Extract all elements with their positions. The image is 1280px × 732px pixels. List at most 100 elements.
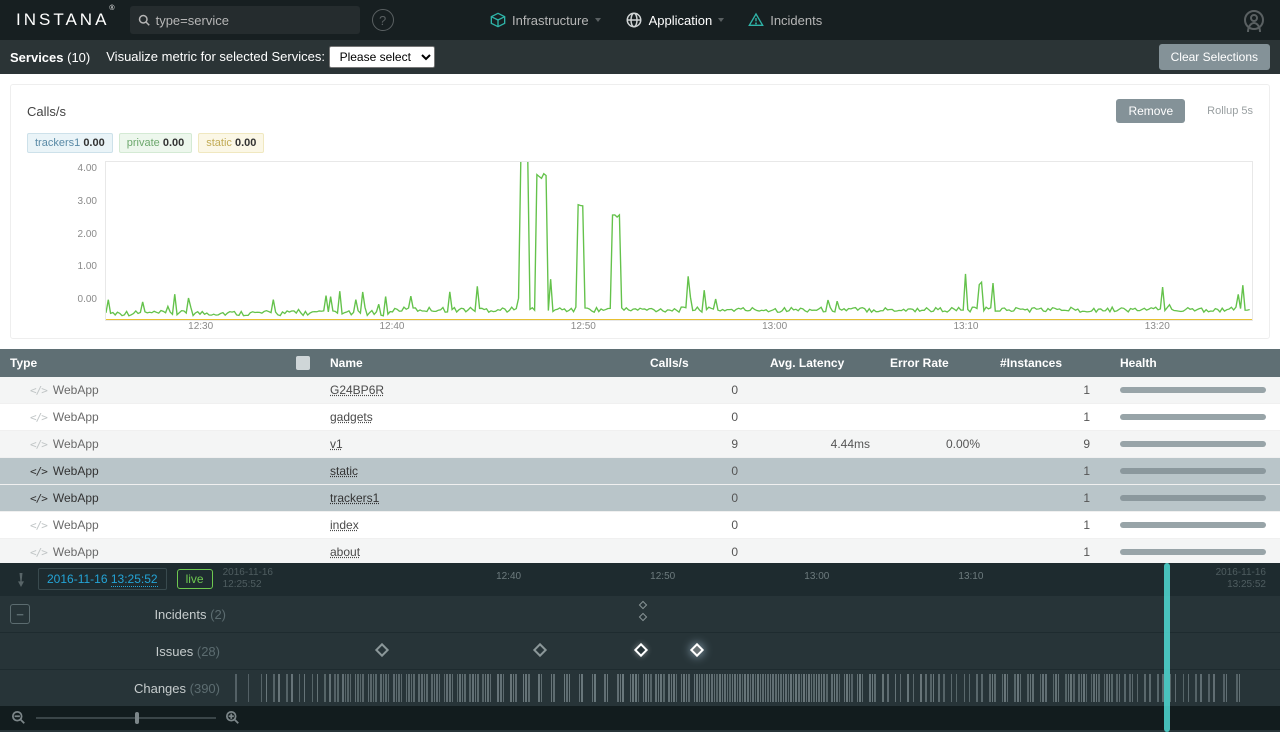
nav-infrastructure[interactable]: Infrastructure <box>490 12 601 28</box>
health-cell <box>1110 549 1280 555</box>
incidents-canvas[interactable] <box>236 596 1246 632</box>
timeline-cursor[interactable] <box>1164 563 1170 732</box>
instances-cell: 1 <box>990 518 1110 532</box>
incidents-row[interactable]: − Incidents (2) <box>0 595 1280 632</box>
issues-canvas[interactable] <box>230 633 1246 669</box>
instances-cell: 1 <box>990 491 1110 505</box>
timeline-start: 2016-11-1612:25:52 <box>223 567 273 591</box>
top-nav: INSTANA® type=service ? Infrastructure A… <box>0 0 1280 40</box>
brand-logo: INSTANA® <box>16 10 118 30</box>
select-all-checkbox[interactable] <box>296 356 310 370</box>
code-icon: </> <box>30 519 47 532</box>
table-row[interactable]: </>WebAppv194.44ms0.00%9 <box>0 431 1280 458</box>
type-cell: WebApp <box>53 545 99 559</box>
zoom-slider <box>0 706 1280 730</box>
code-icon: </> <box>30 384 47 397</box>
col-header-type[interactable]: Type <box>10 356 37 370</box>
health-cell <box>1110 468 1280 474</box>
cube-icon <box>490 12 506 28</box>
col-header-inst[interactable]: #Instances <box>990 356 1110 370</box>
alert-icon <box>748 12 764 28</box>
instances-cell: 1 <box>990 545 1110 559</box>
legend-pill[interactable]: static 0.00 <box>198 133 264 153</box>
service-link[interactable]: gadgets <box>330 410 373 424</box>
service-link[interactable]: index <box>330 518 359 532</box>
table-row[interactable]: </>WebAppindex01 <box>0 512 1280 539</box>
issues-row[interactable]: Issues (28) <box>0 632 1280 669</box>
type-cell: WebApp <box>53 410 99 424</box>
help-icon[interactable]: ? <box>372 9 394 31</box>
visualize-control: Visualize metric for selected Services: … <box>106 46 434 68</box>
legend-pill[interactable]: private 0.00 <box>119 133 193 153</box>
chart-card: Calls/s Remove Rollup 5s trackers1 0.00 … <box>10 84 1270 339</box>
service-link[interactable]: G24BP6R <box>330 383 384 397</box>
type-cell: WebApp <box>53 437 99 451</box>
visualize-label: Visualize metric for selected Services: <box>106 49 325 64</box>
health-cell <box>1110 495 1280 501</box>
service-link[interactable]: about <box>330 545 360 559</box>
changes-canvas[interactable] <box>230 670 1246 706</box>
service-link[interactable]: trackers1 <box>330 491 379 505</box>
timeline-end: 2016-11-1613:25:52 <box>1216 567 1266 591</box>
visualize-select[interactable]: Please select <box>329 46 435 68</box>
chart-legend: trackers1 0.00 private 0.00 static 0.00 <box>27 133 1253 153</box>
col-header-latency[interactable]: Avg. Latency <box>760 356 880 370</box>
zoom-out-icon[interactable] <box>12 711 26 725</box>
search-icon <box>138 14 150 26</box>
user-avatar[interactable] <box>1244 10 1264 30</box>
code-icon: </> <box>30 546 47 559</box>
table-row[interactable]: </>WebAppstatic01 <box>0 458 1280 485</box>
table-head: Type Name Calls/s Avg. Latency Error Rat… <box>0 349 1280 377</box>
zoom-handle[interactable] <box>135 712 139 724</box>
live-indicator[interactable]: live <box>177 569 213 589</box>
col-header-err[interactable]: Error Rate <box>880 356 990 370</box>
code-icon: </> <box>30 492 47 505</box>
timeline-datetime[interactable]: 2016-11-16 13:25:52 <box>38 568 167 590</box>
health-cell <box>1110 522 1280 528</box>
legend-pill[interactable]: trackers1 0.00 <box>27 133 113 153</box>
pin-icon[interactable] <box>14 571 28 587</box>
timeline-scale[interactable]: 12:40 12:50 13:00 13:10 <box>291 563 1198 595</box>
timeline: 2016-11-16 13:25:52 live 2016-11-1612:25… <box>0 563 1280 732</box>
table-row[interactable]: </> WebApp about 0 1 <box>0 539 1280 566</box>
timeline-header: 2016-11-16 13:25:52 live 2016-11-1612:25… <box>0 563 1280 595</box>
changes-row[interactable]: Changes (390) <box>0 669 1280 706</box>
chevron-down-icon <box>595 18 601 22</box>
collapse-toggle[interactable]: − <box>10 604 30 624</box>
instances-cell: 9 <box>990 437 1110 451</box>
service-link[interactable]: static <box>330 464 358 478</box>
health-cell <box>1110 441 1280 447</box>
chart-plot[interactable] <box>105 161 1253 321</box>
table-row[interactable]: </> WebApp trackers1 0 1 <box>0 485 1280 512</box>
calls-cell: 0 <box>640 464 760 478</box>
nav-application[interactable]: Application <box>625 11 725 29</box>
chart-title: Calls/s <box>27 104 66 119</box>
col-header-calls[interactable]: Calls/s <box>640 356 760 370</box>
chart-remove-button[interactable]: Remove <box>1116 99 1185 123</box>
col-header-health[interactable]: Health <box>1110 356 1260 370</box>
zoom-in-icon[interactable] <box>226 711 240 725</box>
service-link[interactable]: v1 <box>330 437 343 451</box>
code-icon: </> <box>30 411 47 424</box>
type-cell: WebApp <box>53 518 99 532</box>
table-row[interactable]: </>WebAppgadgets01 <box>0 404 1280 431</box>
calls-cell: 0 <box>640 491 760 505</box>
clear-selections-button[interactable]: Clear Selections <box>1159 44 1270 70</box>
nav-links: Infrastructure Application Incidents <box>490 11 822 29</box>
chevron-down-icon <box>718 18 724 22</box>
calls-cell: 0 <box>640 410 760 424</box>
x-axis: 12:3012:4012:5013:0013:1013:20 <box>105 321 1253 332</box>
search-input[interactable]: type=service <box>130 6 360 34</box>
nav-incidents[interactable]: Incidents <box>748 12 822 28</box>
calls-cell: 0 <box>640 545 760 559</box>
instances-cell: 1 <box>990 464 1110 478</box>
zoom-track[interactable] <box>36 717 216 719</box>
type-cell: WebApp <box>53 464 99 478</box>
type-cell: WebApp <box>53 491 99 505</box>
health-cell <box>1110 387 1280 393</box>
col-header-name[interactable]: Name <box>320 356 640 370</box>
code-icon: </> <box>30 438 47 451</box>
latency-cell: 4.44ms <box>760 437 880 451</box>
table-row[interactable]: </>WebAppG24BP6R01 <box>0 377 1280 404</box>
chart-line <box>106 162 1252 320</box>
